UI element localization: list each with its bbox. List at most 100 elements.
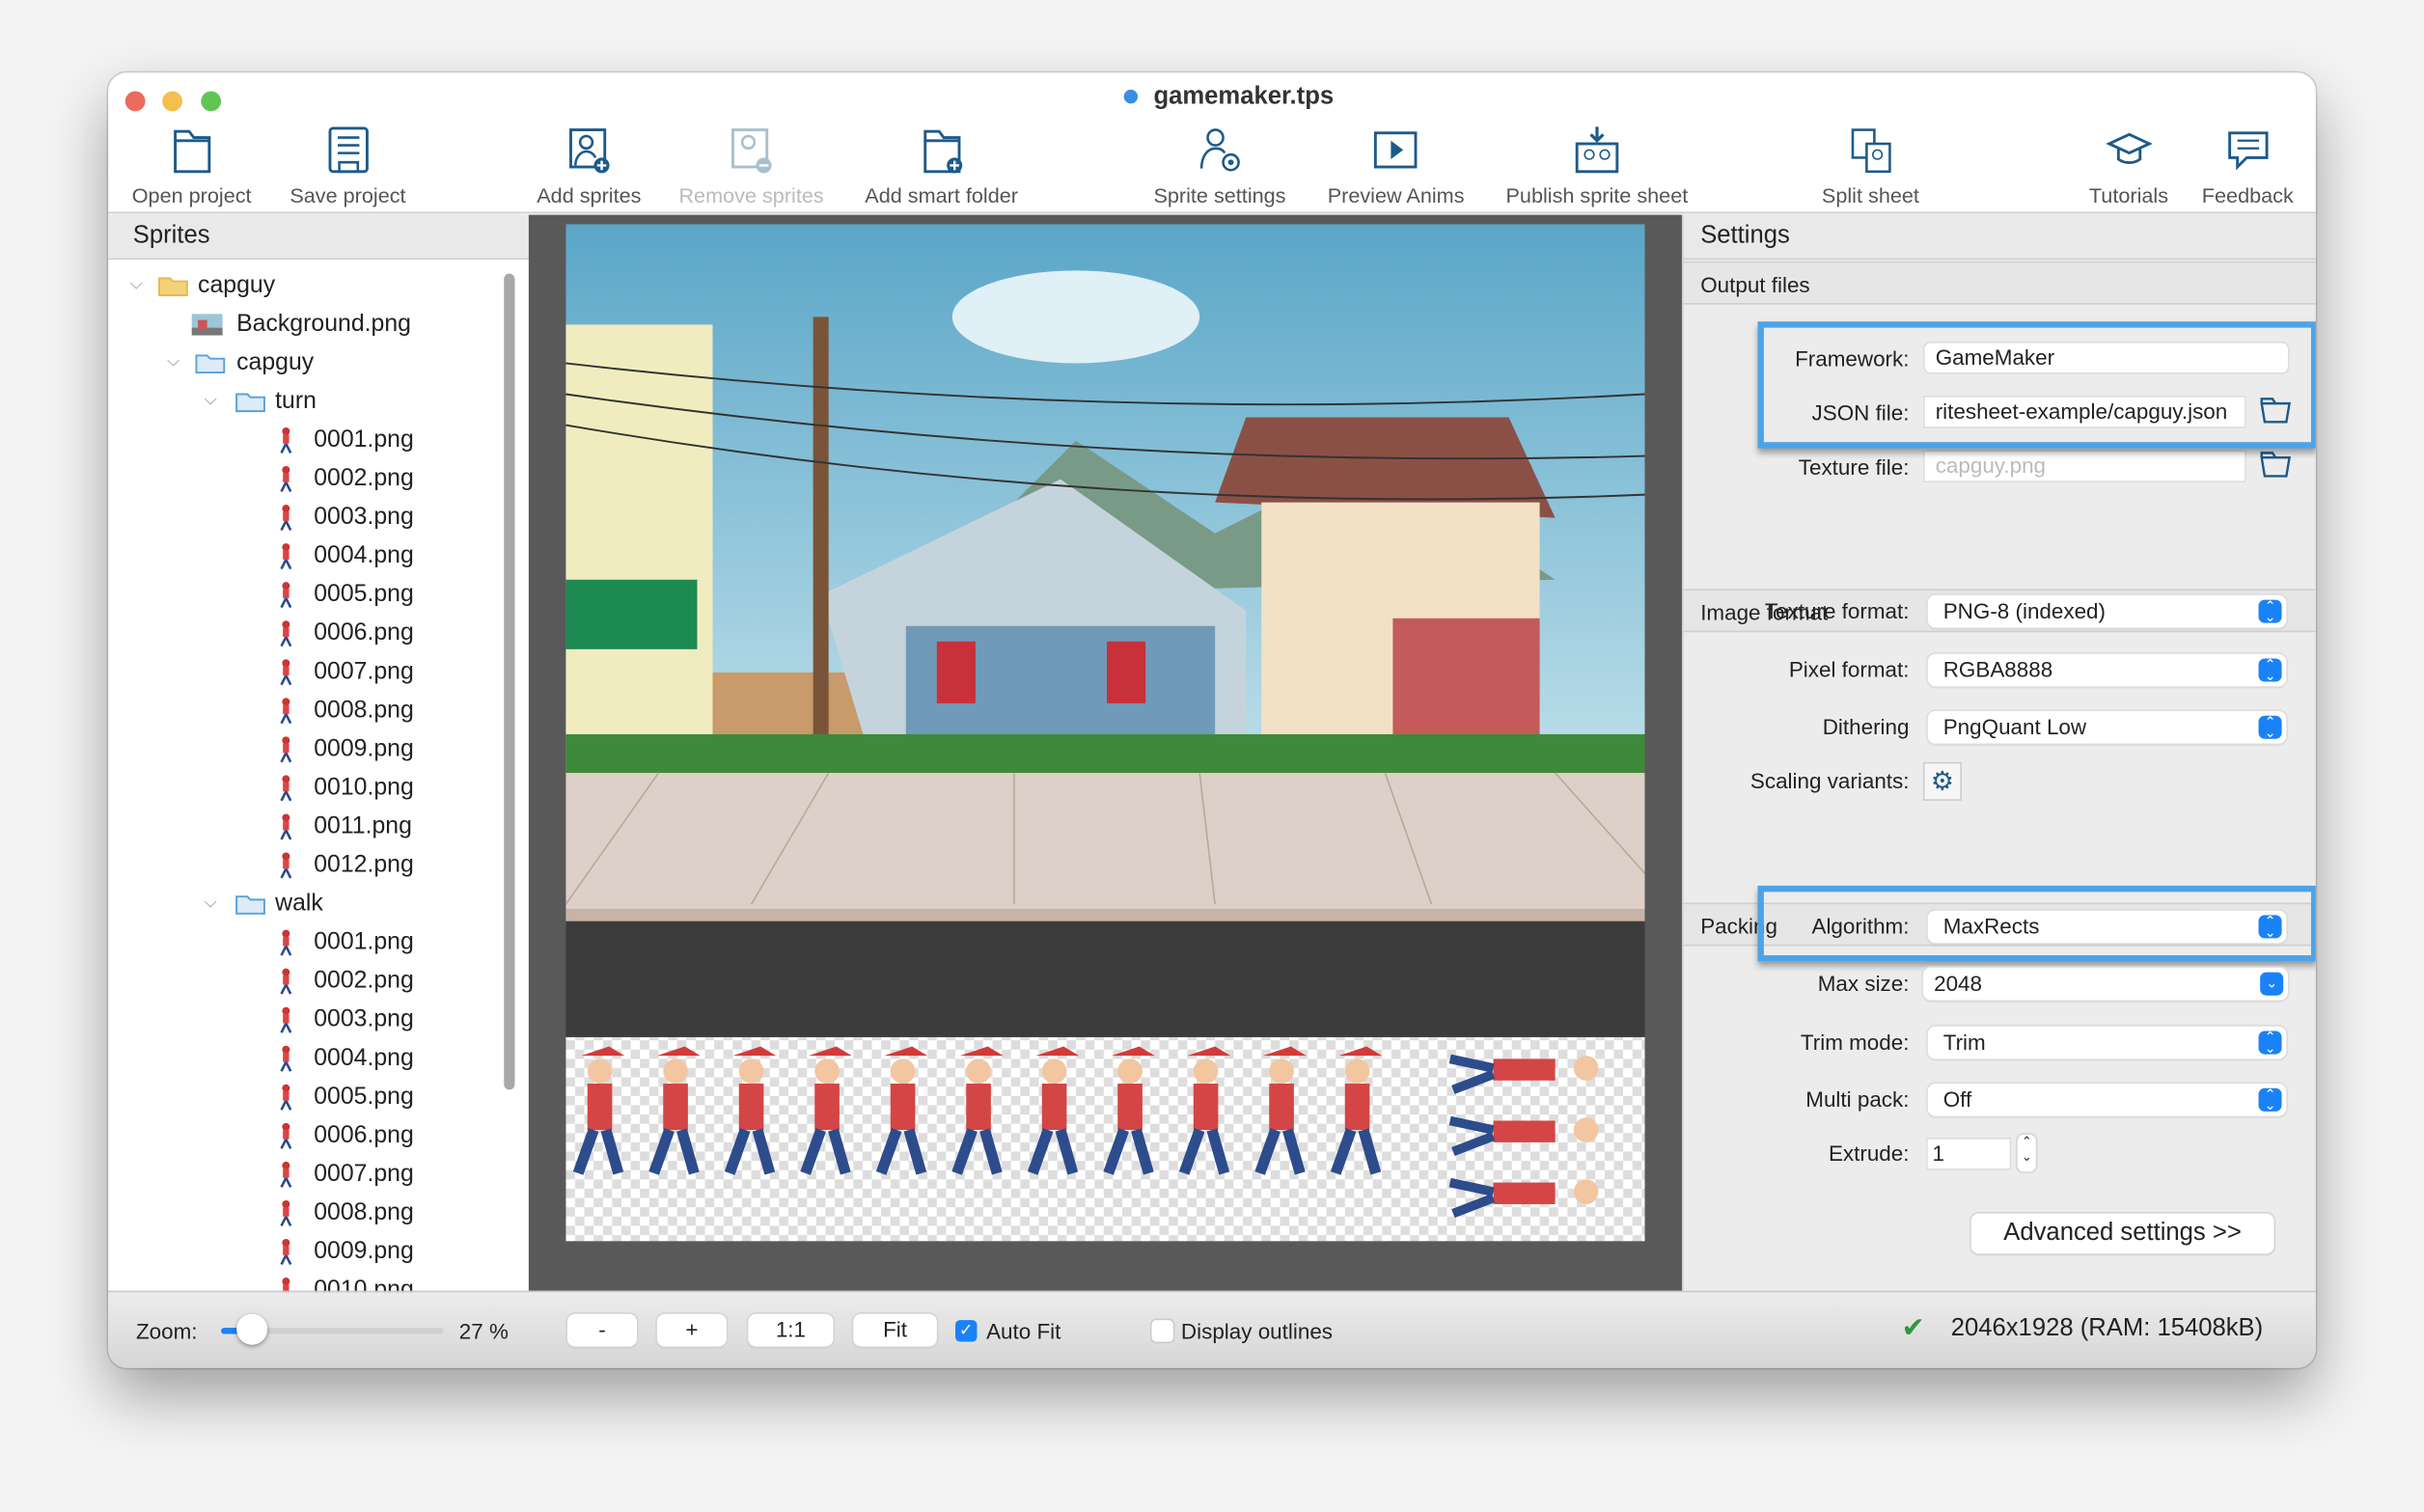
tree-item[interactable]: 0011.png <box>108 807 503 845</box>
zoom-in-button[interactable]: + <box>656 1313 727 1347</box>
auto-fit-label: Auto Fit <box>986 1318 1061 1344</box>
tree-item-label: 0006.png <box>314 619 414 646</box>
toolbar-save-project-button[interactable]: Save project <box>289 125 406 207</box>
zoom-1to1-button[interactable]: 1:1 <box>748 1313 834 1347</box>
toolbar-label: Add sprites <box>537 183 642 207</box>
display-outlines-label: Display outlines <box>1180 1318 1334 1344</box>
tree-item[interactable]: ⌵ capguy <box>108 344 503 382</box>
zoom-out-button[interactable]: - <box>566 1313 638 1347</box>
chat-bubble-icon <box>2227 131 2268 171</box>
sprite-figure-icon <box>280 426 292 454</box>
tree-item[interactable]: 0004.png <box>108 536 503 575</box>
multi-pack-select[interactable]: Off ⌃ ⌄ <box>1927 1084 2287 1116</box>
auto-fit-checkbox[interactable]: ✓ <box>955 1320 978 1342</box>
toolbar-label: Split sheet <box>1821 183 1919 207</box>
trim-mode-label: Trim mode: <box>1800 1029 1910 1055</box>
toolbar-preview-anims-button[interactable]: Preview Anims <box>1328 125 1465 207</box>
sprite-figure-icon <box>280 1006 292 1033</box>
tree-item[interactable]: 0012.png <box>108 845 503 884</box>
tree-item[interactable]: 0002.png <box>108 961 503 1000</box>
tree-item-label: capguy <box>198 271 276 299</box>
split-sheet-icon <box>1850 128 1890 174</box>
tree-item[interactable]: 0008.png <box>108 1194 503 1232</box>
updown-chevron-icon: ⌃ ⌄ <box>2258 715 2282 740</box>
tree-item[interactable]: 0007.png <box>108 1155 503 1194</box>
toolbar-add-sprites-button[interactable]: Add sprites <box>537 125 641 207</box>
multi-pack-value: Off <box>1942 1086 1972 1112</box>
extrude-stepper[interactable]: ⌃ ⌄ <box>2017 1134 2036 1172</box>
sprite-figure-icon <box>280 813 292 840</box>
browse-texture-folder-icon[interactable] <box>2259 450 2293 478</box>
dithering-value: PngQuant Low <box>1942 714 2087 739</box>
tree-item[interactable]: 0006.png <box>108 1116 503 1155</box>
toolbar-open-project-button[interactable]: Open project <box>132 125 252 207</box>
tree-item-label: 0007.png <box>314 1161 414 1188</box>
advanced-settings-button[interactable]: Advanced settings >> <box>1970 1213 2274 1254</box>
window-title: gamemaker.tps <box>108 84 2316 112</box>
toolbar-add-smart-folder-button[interactable]: Add smart folder <box>865 125 1018 207</box>
tree-item[interactable]: ⌵ walk <box>108 884 503 922</box>
tree-item[interactable]: 0010.png <box>108 768 503 807</box>
zoom-slider-knob[interactable] <box>236 1313 268 1345</box>
max-size-combobox[interactable]: 2048 ⌄ <box>1922 967 2288 1001</box>
texture-file-field[interactable]: capguy.png <box>1922 450 2246 482</box>
tree-item[interactable]: 0001.png <box>108 421 503 459</box>
chevron-down-icon[interactable]: ⌵ <box>204 382 216 421</box>
toolbar: gamemaker.tps Open project Save project Ad… <box>108 72 2316 214</box>
trim-mode-select[interactable]: Trim ⌃ ⌄ <box>1927 1026 2287 1059</box>
tree-item[interactable]: 0007.png <box>108 652 503 691</box>
tree-item[interactable]: 0008.png <box>108 691 503 729</box>
app-window: gamemaker.tps Open project Save project Ad… <box>108 72 2316 1368</box>
sprite-figure-icon <box>280 775 292 802</box>
tree-item-label: walk <box>275 890 323 917</box>
sidewalk <box>565 773 1645 909</box>
remove-sprite-icon <box>730 128 772 174</box>
sprite-figure-icon <box>280 1239 292 1266</box>
scaling-variants-gear-icon[interactable]: ⚙ <box>1922 761 1962 801</box>
toolbar-publish-sprite-sheet-button[interactable]: Publish sprite sheet <box>1505 125 1688 207</box>
tree-item[interactable]: 0004.png <box>108 1039 503 1078</box>
multi-pack-label: Multi pack: <box>1805 1086 1910 1112</box>
toolbar-feedback-button[interactable]: Feedback <box>2202 125 2294 207</box>
tree-item[interactable]: 0003.png <box>108 498 503 536</box>
tree-item-label: capguy <box>236 349 315 376</box>
max-size-value: 2048 <box>1934 971 1983 996</box>
display-outlines-checkbox[interactable] <box>1151 1320 1173 1342</box>
chevron-down-icon[interactable]: ⌵ <box>204 884 216 922</box>
tree-item[interactable]: 0002.png <box>108 459 503 498</box>
tree-item[interactable]: 0009.png <box>108 1232 503 1271</box>
extrude-label: Extrude: <box>1828 1141 1910 1166</box>
tree-item-label: Background.png <box>236 311 411 338</box>
texture-format-value: PNG-8 (indexed) <box>1942 597 2106 623</box>
toolbar-label: Publish sprite sheet <box>1505 183 1689 207</box>
tree-item[interactable]: ⌵ capguy <box>108 266 503 305</box>
section-output-files: Output files <box>1683 261 2316 305</box>
toolbar-tutorials-button[interactable]: Tutorials <box>2089 125 2168 207</box>
texture-format-select[interactable]: PNG-8 (indexed) ⌃ ⌄ <box>1927 594 2287 628</box>
extrude-field[interactable]: 1 <box>1926 1138 2012 1170</box>
sprite-figure-icon <box>280 505 292 532</box>
chevron-down-icon[interactable]: ⌵ <box>130 266 143 305</box>
tree-item[interactable]: 0003.png <box>108 1000 503 1038</box>
toolbar-split-sheet-button[interactable]: Split sheet <box>1822 125 1919 207</box>
sprite-figure-icon <box>280 1122 292 1149</box>
tree-item[interactable]: Background.png <box>108 305 503 344</box>
pixel-format-select[interactable]: RGBA8888 ⌃ ⌄ <box>1927 653 2287 687</box>
chevron-down-icon[interactable]: ⌵ <box>167 344 179 382</box>
toolbar-label: Tutorials <box>2088 183 2169 207</box>
tree-item[interactable]: 0001.png <box>108 922 503 961</box>
updown-chevron-icon: ⌃ ⌄ <box>2258 1031 2282 1055</box>
tree-item[interactable]: 0005.png <box>108 575 503 614</box>
add-sprite-icon <box>568 128 610 174</box>
tree-scrollbar[interactable] <box>504 273 515 1090</box>
sprite-figure-icon <box>280 659 292 686</box>
dithering-select[interactable]: PngQuant Low ⌃ ⌄ <box>1927 710 2287 744</box>
zoom-fit-button[interactable]: Fit <box>853 1313 937 1347</box>
tree-item[interactable]: 0005.png <box>108 1078 503 1116</box>
tree-item[interactable]: ⌵ turn <box>108 382 503 421</box>
toolbar-sprite-settings-button[interactable]: Sprite settings <box>1153 125 1286 207</box>
updown-chevron-icon: ⌃ ⌄ <box>2258 658 2282 682</box>
tree-item[interactable]: 0006.png <box>108 614 503 652</box>
tree-item[interactable]: 0009.png <box>108 729 503 768</box>
sprite-settings-icon <box>1199 128 1240 172</box>
